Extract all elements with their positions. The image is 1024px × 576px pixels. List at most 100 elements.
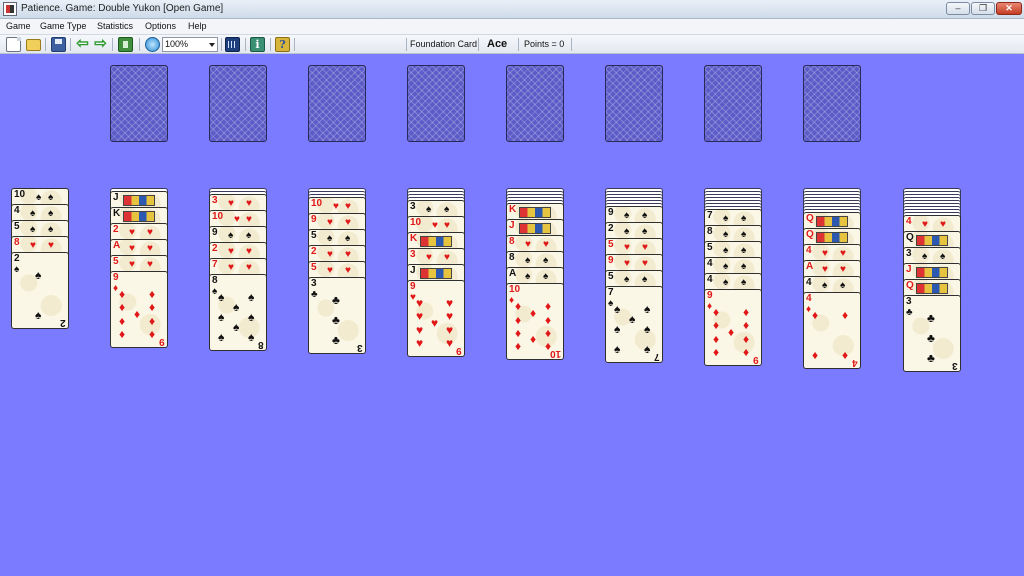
close-button[interactable]: ✕ bbox=[996, 2, 1022, 15]
open-folder-icon[interactable] bbox=[26, 39, 41, 51]
spades-suit-icon: ♠ bbox=[248, 290, 255, 304]
redo-arrow-icon[interactable]: ⇨ bbox=[93, 36, 108, 52]
card-pips: ♦ ♦ ♦ ♦ ♦ ♦ ♦ ♦ ♦ ♦ bbox=[515, 300, 557, 352]
hearts-suit-icon: ♥ bbox=[446, 323, 454, 337]
diamonds-suit-icon: ♦ bbox=[509, 295, 515, 306]
game-table[interactable]: 10 ♠ ♠ 4 ♠ ♠ 5 ♠ ♠ 8 ♥ ♥ 2 ♠ ♠ ♠ 2 J K 2 ♥ ♥ A ♥ ♥ 5 ♥ ♥ 9 ♦ ♦ ♦ ♦ ♦ ♦ ♦ ♦ ♦ ♦… bbox=[0, 55, 1024, 576]
playing-card[interactable]: 4 ♦ ♦ ♦ ♦ ♦ 4 bbox=[803, 292, 861, 369]
minimize-button[interactable]: – bbox=[946, 2, 970, 15]
card-rank: 10 bbox=[311, 198, 323, 209]
hearts-suit-icon: ♥ bbox=[922, 219, 928, 230]
card-rank: A bbox=[806, 261, 814, 272]
diamonds-suit-icon: ♦ bbox=[743, 318, 750, 332]
card-rank: 9 bbox=[212, 227, 218, 238]
card-rank: 9 bbox=[608, 207, 614, 218]
playing-card[interactable]: 3 ♣ ♣ ♣ ♣ 3 bbox=[903, 295, 961, 372]
diamonds-suit-icon: ♦ bbox=[149, 314, 156, 328]
playing-card[interactable]: 9 ♥ ♥ ♥ ♥ ♥ ♥ ♥ ♥ ♥ ♥ 9 bbox=[407, 280, 465, 357]
playing-card[interactable]: 9 ♦ ♦ ♦ ♦ ♦ ♦ ♦ ♦ ♦ ♦ 9 bbox=[704, 289, 762, 366]
court-card-art bbox=[916, 235, 948, 246]
rules-icon[interactable]: i bbox=[250, 37, 265, 52]
diamonds-suit-icon: ♦ bbox=[515, 326, 522, 340]
court-card-art bbox=[420, 268, 452, 279]
spades-suit-icon: ♠ bbox=[741, 277, 747, 288]
hearts-suit-icon: ♥ bbox=[246, 246, 252, 257]
hearts-suit-icon: ♥ bbox=[840, 264, 846, 275]
card-rank-corner: 7 bbox=[654, 351, 660, 362]
menu-options[interactable]: Options bbox=[145, 21, 176, 31]
new-game-icon[interactable] bbox=[6, 37, 21, 52]
card-rank: 10 bbox=[14, 189, 26, 200]
window-title: Patience. Game: Double Yukon [Open Game] bbox=[21, 3, 224, 14]
menu-help[interactable]: Help bbox=[188, 21, 207, 31]
toolbar-separator bbox=[518, 38, 519, 51]
playing-card[interactable]: 3 ♣ ♣ ♣ ♣ 3 bbox=[308, 277, 366, 354]
clubs-suit-icon: ♣ bbox=[927, 311, 935, 325]
hearts-suit-icon: ♥ bbox=[840, 248, 846, 259]
zoom-select[interactable]: 100% bbox=[162, 37, 218, 52]
foundation-pile[interactable] bbox=[803, 65, 861, 142]
spades-suit-icon: ♠ bbox=[614, 342, 621, 356]
minimize-icon: – bbox=[955, 3, 961, 13]
card-pips: ♥ ♥ ♥ ♥ ♥ ♥ ♥ ♥ ♥ bbox=[416, 297, 458, 349]
statistics-icon[interactable] bbox=[225, 37, 240, 52]
foundation-pile[interactable] bbox=[704, 65, 762, 142]
card-rank: 9 bbox=[707, 290, 713, 301]
spades-suit-icon: ♠ bbox=[822, 280, 828, 291]
maximize-button[interactable]: ❐ bbox=[971, 2, 995, 15]
hearts-suit-icon: ♥ bbox=[129, 227, 135, 238]
foundation-pile[interactable] bbox=[506, 65, 564, 142]
playing-card[interactable]: 7 ♠ ♠ ♠ ♠ ♠ ♠ ♠ ♠ 7 bbox=[605, 286, 663, 363]
spades-suit-icon: ♠ bbox=[218, 290, 225, 304]
playing-card[interactable]: 10 ♦ ♦ ♦ ♦ ♦ ♦ ♦ ♦ ♦ ♦ ♦ 10 bbox=[506, 283, 564, 360]
playing-card[interactable]: 2 ♠ ♠ ♠ 2 bbox=[11, 252, 69, 329]
hint-icon[interactable] bbox=[118, 37, 133, 52]
spades-suit-icon: ♠ bbox=[525, 255, 531, 266]
hearts-suit-icon: ♥ bbox=[246, 198, 252, 209]
menu-game[interactable]: Game bbox=[6, 21, 31, 31]
spades-suit-icon: ♠ bbox=[14, 264, 20, 275]
playing-card[interactable]: 8 ♠ ♠ ♠ ♠ ♠ ♠ ♠ ♠ ♠ 8 bbox=[209, 274, 267, 351]
hearts-suit-icon: ♥ bbox=[333, 201, 339, 212]
undo-arrow-icon[interactable]: ⇦ bbox=[75, 36, 90, 52]
diamonds-suit-icon: ♦ bbox=[713, 305, 720, 319]
card-rank: K bbox=[113, 208, 121, 219]
hearts-suit-icon: ♥ bbox=[624, 242, 630, 253]
court-card-art bbox=[816, 216, 848, 227]
court-card-art bbox=[916, 267, 948, 278]
card-pips: ♦ ♦ ♦ ♦ ♦ ♦ ♦ ♦ ♦ bbox=[713, 306, 755, 358]
help-icon[interactable]: ? bbox=[275, 37, 290, 52]
playing-card[interactable]: 9 ♦ ♦ ♦ ♦ ♦ ♦ ♦ ♦ ♦ ♦ 9 bbox=[110, 271, 168, 348]
menu-statistics[interactable]: Statistics bbox=[97, 21, 133, 31]
foundation-card-label: Foundation Card bbox=[410, 39, 478, 49]
diamonds-suit-icon: ♦ bbox=[707, 301, 713, 312]
card-rank: A bbox=[113, 240, 121, 251]
hearts-suit-icon: ♥ bbox=[246, 262, 252, 273]
card-pips: ♦ ♦ ♦ ♦ ♦ ♦ ♦ ♦ ♦ bbox=[119, 288, 161, 340]
spades-suit-icon: ♠ bbox=[723, 261, 729, 272]
foundation-pile[interactable] bbox=[110, 65, 168, 142]
hearts-suit-icon: ♥ bbox=[416, 323, 424, 337]
hearts-suit-icon: ♥ bbox=[624, 258, 630, 269]
court-card-art bbox=[123, 211, 155, 222]
card-rank: 4 bbox=[707, 258, 713, 269]
spades-suit-icon: ♠ bbox=[723, 277, 729, 288]
hearts-suit-icon: ♥ bbox=[416, 309, 424, 323]
foundation-pile[interactable] bbox=[209, 65, 267, 142]
foundation-pile[interactable] bbox=[407, 65, 465, 142]
toolbar-separator bbox=[478, 38, 479, 51]
hearts-suit-icon: ♥ bbox=[327, 249, 333, 260]
diamonds-suit-icon: ♦ bbox=[728, 325, 735, 339]
court-card-art bbox=[123, 195, 155, 206]
foundation-pile[interactable] bbox=[605, 65, 663, 142]
card-rank: 10 bbox=[212, 211, 224, 222]
foundation-pile[interactable] bbox=[308, 65, 366, 142]
zoom-icon[interactable] bbox=[145, 37, 160, 52]
save-icon[interactable] bbox=[51, 37, 66, 52]
hearts-suit-icon: ♥ bbox=[642, 242, 648, 253]
diamonds-suit-icon: ♦ bbox=[119, 287, 126, 301]
menu-game-type[interactable]: Game Type bbox=[40, 21, 86, 31]
toolbar-separator bbox=[139, 38, 140, 51]
spades-suit-icon: ♠ bbox=[248, 310, 255, 324]
spades-suit-icon: ♠ bbox=[624, 226, 630, 237]
